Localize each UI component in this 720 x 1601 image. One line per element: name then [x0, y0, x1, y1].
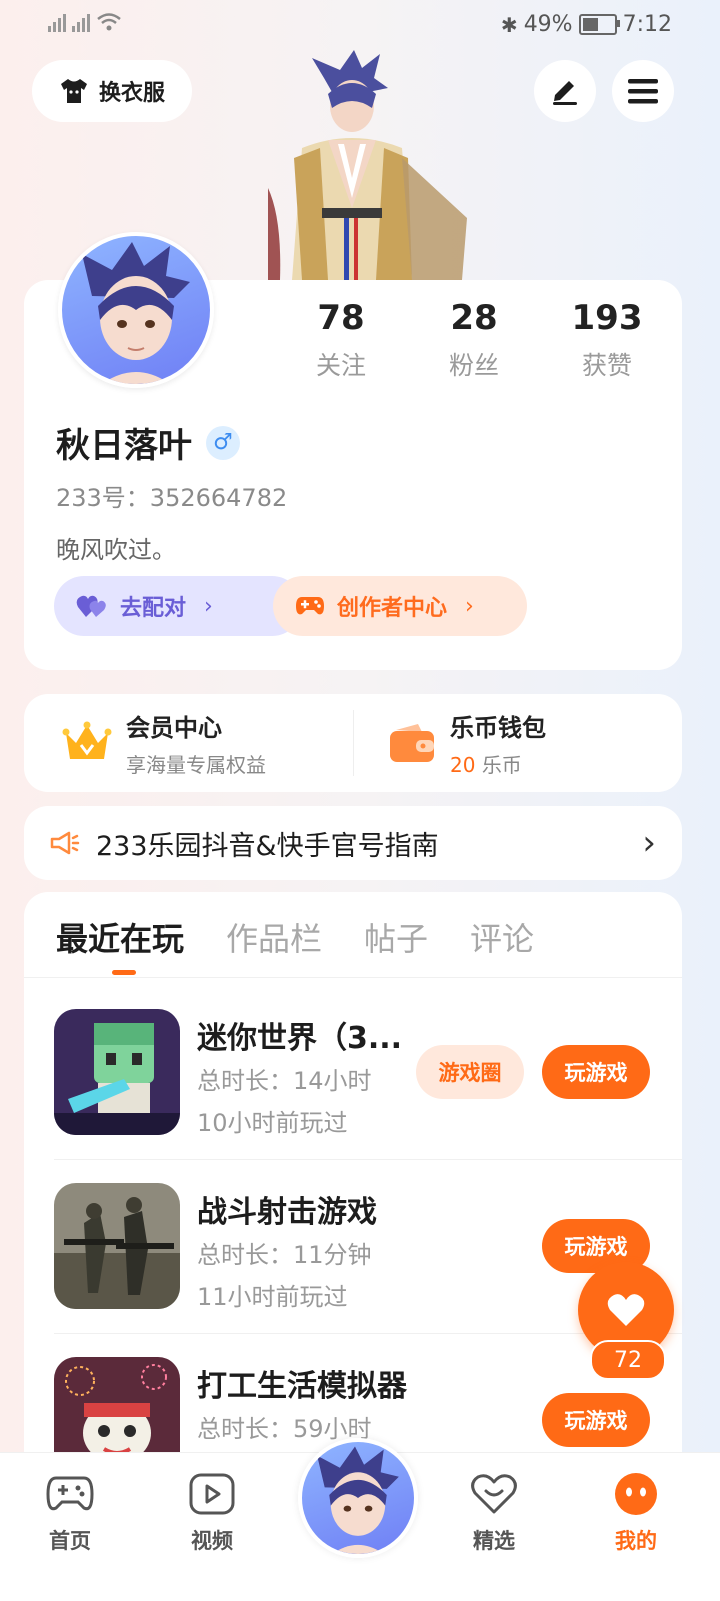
notice-text: 233乐园抖音&快手官号指南: [96, 830, 439, 862]
game-cover-image: [54, 1183, 180, 1309]
nav-video[interactable]: 视频: [162, 1471, 262, 1555]
nickname: 秋日落叶: [56, 426, 192, 466]
stat-following-value: 78: [317, 298, 365, 338]
hamburger-icon: [628, 79, 658, 104]
status-bar: ✱ 49% 7:12: [0, 0, 720, 50]
tab-bar: 最近在玩 作品栏 帖子 评论: [56, 914, 534, 975]
creator-center-label: 创作者中心: [337, 596, 448, 621]
change-outfit-label: 换衣服: [98, 81, 165, 106]
stat-fans[interactable]: 28 粉丝: [414, 298, 534, 382]
stat-following-label: 关注: [315, 351, 366, 380]
battery-percent: 49%: [523, 12, 573, 37]
stat-following[interactable]: 78 关注: [281, 298, 401, 382]
wallet-title: 乐币钱包: [450, 714, 546, 742]
chevron-right-icon: ›: [642, 823, 656, 863]
row-divider: [54, 1159, 682, 1160]
wallet-balance: 20 乐币: [450, 749, 546, 778]
nav-me[interactable]: 我的: [586, 1471, 686, 1555]
nav-me-label: 我的: [615, 1529, 657, 1553]
stat-fans-value: 28: [450, 298, 498, 338]
game-last-played: 10小时前玩过: [197, 1109, 348, 1137]
game-duration: 总时长：14小时: [197, 1067, 372, 1095]
like-count-badge: 72: [590, 1340, 666, 1380]
tab-divider: [24, 977, 682, 978]
stat-likes[interactable]: 193 获赞: [547, 298, 667, 382]
member-wallet-card: 会员中心 享海量专属权益 乐币钱包 20 乐币: [24, 694, 682, 792]
pair-label: 去配对: [120, 596, 187, 621]
game-circle-button[interactable]: 游戏圈: [416, 1045, 524, 1099]
game-name: 迷你世界（3...: [197, 1021, 403, 1056]
crown-icon: [62, 721, 112, 759]
nickname-row: 秋日落叶 ♂: [56, 418, 240, 467]
divider: [353, 710, 354, 776]
megaphone-icon: [50, 831, 80, 855]
user-id[interactable]: 233号：352664782: [56, 478, 287, 513]
status-right: ✱ 49% 7:12: [501, 12, 672, 37]
activity-card: 最近在玩 作品栏 帖子 评论 迷你世界（3... 总时长：14小时 10小时前玩…: [24, 892, 682, 1492]
chevron-right-icon: ›: [465, 593, 474, 619]
signal-icon-2: [72, 12, 90, 32]
stat-likes-value: 193: [571, 298, 643, 338]
game-icon-mini-world: [54, 1009, 180, 1135]
pen-icon: [553, 81, 577, 105]
nav-avatar-center[interactable]: [298, 1438, 418, 1558]
stat-fans-label: 粉丝: [448, 351, 499, 380]
play-game-button[interactable]: 玩游戏: [542, 1045, 650, 1099]
profile-face-icon: [615, 1473, 657, 1515]
tab-comments[interactable]: 评论: [470, 914, 534, 960]
wallet-unit: 乐币: [481, 753, 522, 777]
nav-home[interactable]: 首页: [20, 1471, 120, 1555]
wallet-icon: [390, 724, 434, 762]
game-cover-image: [54, 1009, 180, 1135]
avatar-3d-figure[interactable]: [262, 48, 472, 280]
wallet-amount: 20: [450, 753, 476, 777]
bio-text: 晚风吹过。: [56, 536, 176, 564]
clock: 7:12: [622, 12, 672, 37]
heart-outline-icon: [471, 1474, 517, 1514]
nav-home-label: 首页: [49, 1529, 91, 1553]
tab-posts[interactable]: 帖子: [364, 914, 428, 960]
game-icon-shooter: [54, 1183, 180, 1309]
menu-button[interactable]: [612, 60, 674, 122]
heart-icon: [607, 1294, 645, 1326]
profile-avatar[interactable]: [58, 232, 214, 388]
game-last-played: 11小时前玩过: [197, 1283, 348, 1311]
video-play-icon: [189, 1473, 235, 1515]
game-duration: 总时长：11分钟: [197, 1241, 372, 1269]
member-center-title: 会员中心: [126, 714, 222, 742]
member-center-subtitle: 享海量专属权益: [126, 753, 266, 777]
avatar-portrait-image: [82, 242, 190, 384]
game-row[interactable]: 迷你世界（3... 总时长：14小时 10小时前玩过 游戏圈 玩游戏: [54, 1009, 682, 1181]
signal-icon: [48, 12, 66, 32]
wifi-icon: [97, 13, 121, 31]
tshirt-icon: [60, 79, 87, 103]
stat-likes-label: 获赞: [581, 351, 632, 380]
game-name: 打工生活模拟器: [197, 1369, 407, 1404]
signal-group: [48, 12, 122, 32]
gamepad-icon: [46, 1476, 94, 1511]
double-heart-icon: [76, 595, 106, 617]
battery-icon: [578, 14, 620, 35]
change-outfit-button[interactable]: 换衣服: [32, 60, 192, 122]
tab-works[interactable]: 作品栏: [226, 914, 322, 960]
notice-banner[interactable]: 233乐园抖音&快手官号指南 ›: [24, 806, 682, 880]
edit-button[interactable]: [534, 60, 596, 122]
avatar-figure-image: [268, 50, 467, 280]
play-game-button[interactable]: 玩游戏: [542, 1393, 650, 1447]
nav-featured[interactable]: 精选: [444, 1471, 544, 1555]
nav-featured-label: 精选: [473, 1529, 515, 1553]
creator-center-button[interactable]: 创作者中心 ›: [273, 576, 527, 636]
tab-recent[interactable]: 最近在玩: [56, 914, 184, 975]
game-name: 战斗射击游戏: [197, 1195, 377, 1230]
coin-wallet[interactable]: 乐币钱包 20 乐币: [356, 694, 682, 792]
male-gender-icon: ♂: [206, 425, 240, 460]
avatar-portrait-image: [317, 1446, 399, 1554]
chevron-right-icon: ›: [204, 593, 213, 619]
bluetooth-icon: ✱: [500, 12, 518, 37]
member-center[interactable]: 会员中心 享海量专属权益: [24, 694, 356, 792]
nav-video-label: 视频: [191, 1529, 233, 1553]
pair-button[interactable]: 去配对 ›: [54, 576, 302, 636]
gamepad-icon: [296, 597, 324, 615]
